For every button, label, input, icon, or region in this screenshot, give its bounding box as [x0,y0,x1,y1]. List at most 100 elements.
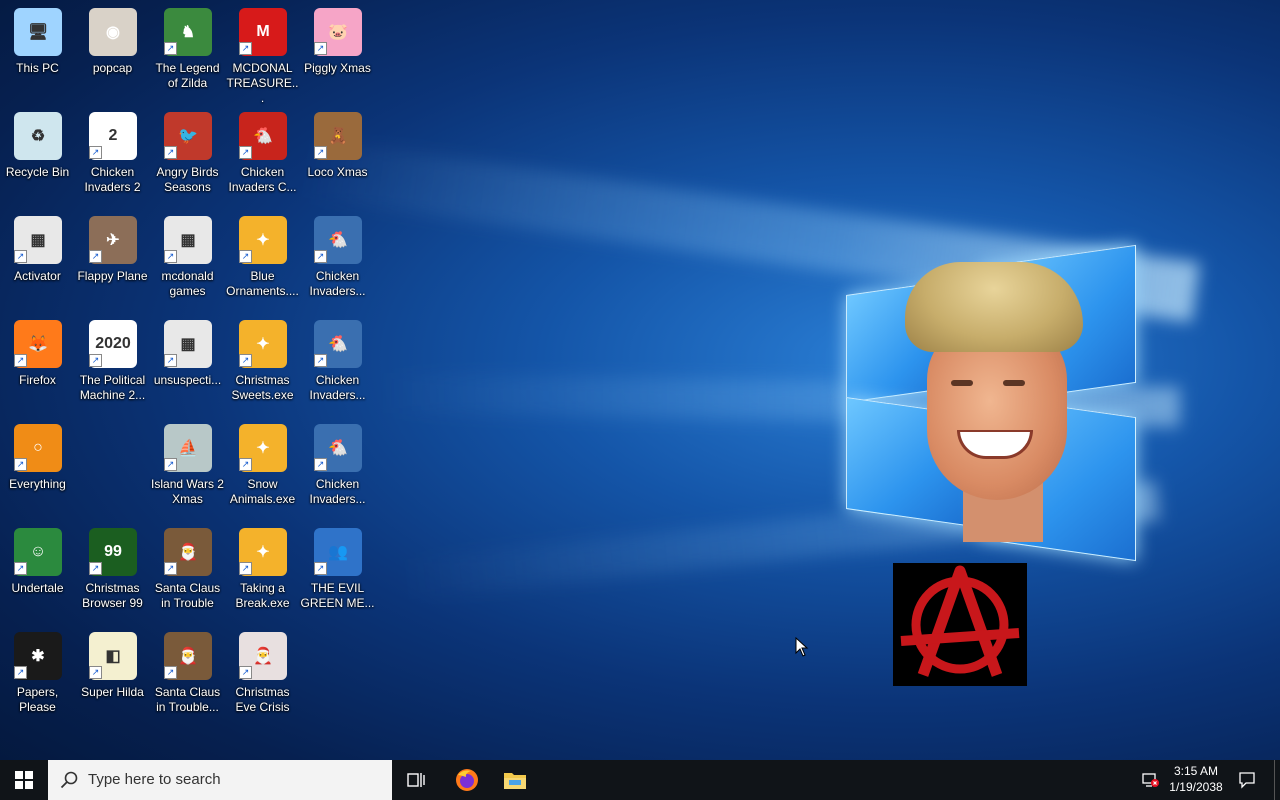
desktop-icon-label: unsuspecti... [153,373,222,387]
desktop-icon[interactable]: ✦ ↗ Blue Ornaments.... [225,212,300,312]
desktop-icon[interactable]: ◧ ↗ Super Hilda [75,628,150,728]
desktop-icon-label: Super Hilda [81,685,144,699]
firefox-icon [456,769,478,791]
desktop-icon[interactable]: 2020 ↗ The Political Machine 2... [75,316,150,416]
search-placeholder: Type here to search [88,771,221,788]
shortcut-arrow-icon: ↗ [314,42,327,55]
shortcut-arrow-icon: ↗ [164,458,177,471]
shortcut-arrow-icon: ↗ [89,354,102,367]
desktop-icon-label: THE EVIL GREEN ME... [300,581,375,610]
shortcut-arrow-icon: ↗ [164,250,177,263]
desktop-icon[interactable]: 🐔 ↗ Chicken Invaders C... [225,108,300,208]
recycle-bin-icon: ♻ [14,112,62,160]
taskbar-firefox-button[interactable] [443,760,491,800]
desktop-icon-label: Christmas Browser 99 [82,581,143,610]
anarchy-symbol-image [893,563,1027,686]
desktop-icon-label: Everything [9,477,66,491]
desktop-icon-label: Chicken Invaders... [309,269,366,298]
start-button[interactable] [0,760,48,800]
task-view-button[interactable] [392,760,440,800]
desktop-icon[interactable]: ✦ ↗ Snow Animals.exe [225,420,300,520]
taskbar-clock[interactable]: 3:15 AM 1/19/2038 [1160,763,1232,795]
desktop-icon[interactable]: 🐔 ↗ Chicken Invaders... [300,316,375,416]
desktop-icon[interactable]: ♞ ↗ The Legend of Zilda [150,4,225,104]
shortcut-arrow-icon: ↗ [164,146,177,159]
desktop-icon-label: The Political Machine 2... [79,373,146,402]
folder-icon [504,773,526,789]
desktop-icon[interactable]: 🎅 ↗ Christmas Eve Crisis [225,628,300,728]
desktop-icon-label: mcdonald games [161,269,214,298]
desktop-icon[interactable]: ✱ ↗ Papers, Please [0,628,75,728]
task-view-icon [407,773,425,787]
desktop-icon[interactable]: ▦ ↗ mcdonald games [150,212,225,312]
desktop-icon[interactable]: 2 ↗ Chicken Invaders 2 [75,108,150,208]
clock-time: 3:15 AM [1173,764,1219,778]
desktop-icon-label: Santa Claus in Trouble... [154,685,221,714]
desktop-icon[interactable]: ♻ Recycle Bin [0,108,75,208]
shortcut-arrow-icon: ↗ [14,354,27,367]
shortcut-arrow-icon: ↗ [239,666,252,679]
desktop-icon[interactable]: 👥 ↗ THE EVIL GREEN ME... [300,524,375,624]
desktop-icon-label: This PC [16,61,59,75]
popcap-icon: ◉ [89,8,137,56]
desktop-icon[interactable]: M ↗ MCDONAL TREASURE... [225,4,300,105]
desktop-icon-label: Santa Claus in Trouble [154,581,221,610]
desktop-icon[interactable]: 🐦 ↗ Angry Birds Seasons [150,108,225,208]
taskbar-file-explorer-button[interactable] [491,760,539,800]
taskbar-search-box[interactable]: Type here to search [48,760,392,800]
desktop-icon[interactable]: ▦ ↗ unsuspecti... [150,316,225,416]
notifications-icon [1239,772,1255,789]
desktop-icon[interactable]: ◉ popcap [75,4,150,104]
shortcut-arrow-icon: ↗ [164,354,177,367]
desktop-icon[interactable]: ⛵ ↗ Island Wars 2 Xmas [150,420,225,520]
desktop-icon[interactable]: ○ ↗ Everything [0,420,75,520]
desktop-icon[interactable]: 🎅 ↗ Santa Claus in Trouble... [150,628,225,728]
shortcut-arrow-icon: ↗ [239,42,252,55]
desktop-icon-label: Taking a Break.exe [235,581,290,610]
desktop-icon[interactable]: ✦ ↗ Taking a Break.exe [225,524,300,624]
shortcut-arrow-icon: ↗ [164,42,177,55]
desktop-icon-label: Christmas Eve Crisis [235,685,290,714]
desktop-icon[interactable]: ☺ ↗ Undertale [0,524,75,624]
desktop-icon-label: Undertale [11,581,64,595]
search-icon [60,771,78,789]
show-desktop-button[interactable] [1274,760,1280,800]
desktop-icon[interactable]: ✦ ↗ Christmas Sweets.exe [225,316,300,416]
shortcut-arrow-icon: ↗ [239,250,252,263]
desktop-icon[interactable]: 🐔 ↗ Chicken Invaders... [300,212,375,312]
shortcut-arrow-icon: ↗ [14,666,27,679]
shortcut-arrow-icon: ↗ [239,354,252,367]
desktop-icon-label: Papers, Please [16,685,59,714]
desktop-icon[interactable]: ▦ ↗ Activator [0,212,75,312]
action-center-button[interactable] [1234,760,1260,800]
windows-logo-icon [15,771,33,789]
desktop-icon-label: Chicken Invaders 2 [84,165,141,194]
clock-date: 1/19/2038 [1169,780,1223,794]
shortcut-arrow-icon: ↗ [89,146,102,159]
desktop-icon[interactable]: 🎅 ↗ Santa Claus in Trouble [150,524,225,624]
desktop-icon-label: Chicken Invaders C... [228,165,297,194]
shortcut-arrow-icon: ↗ [314,458,327,471]
mouse-pointer-icon [795,636,809,662]
desktop-icon-label: Flappy Plane [77,269,148,283]
desktop-icon[interactable]: 🧸 ↗ Loco Xmas [300,108,375,208]
desktop-icon[interactable]: ✈ ↗ Flappy Plane [75,212,150,312]
desktop-icon-label: Island Wars 2 Xmas [151,477,224,506]
shortcut-arrow-icon: ↗ [89,666,102,679]
desktop-icon-label: Loco Xmas [307,165,368,179]
desktop-icon-label: Christmas Sweets.exe [231,373,294,402]
this-pc-icon: 🖥 [14,8,62,56]
shortcut-arrow-icon: ↗ [314,146,327,159]
desktop-icon[interactable]: 🐔 ↗ Chicken Invaders... [300,420,375,520]
desktop-icon-label: Snow Animals.exe [229,477,296,506]
taskbar: Type here to search 3:15 AM 1/19/2038 [0,760,1280,800]
desktop-icon[interactable]: 🐷 ↗ Piggly Xmas [300,4,375,104]
desktop-icon[interactable]: 🖥 This PC [0,4,75,104]
desktop-icon[interactable]: 99 ↗ Christmas Browser 99 [75,524,150,624]
desktop-icon[interactable]: 🦊 ↗ Firefox [0,316,75,416]
desktop-icon-label: MCDONAL TREASURE... [226,61,299,105]
smiling-face-sticker [905,262,1083,542]
network-disconnected-icon[interactable] [1138,760,1162,800]
desktop-icon-label: Angry Birds Seasons [156,165,219,194]
shortcut-arrow-icon: ↗ [239,146,252,159]
